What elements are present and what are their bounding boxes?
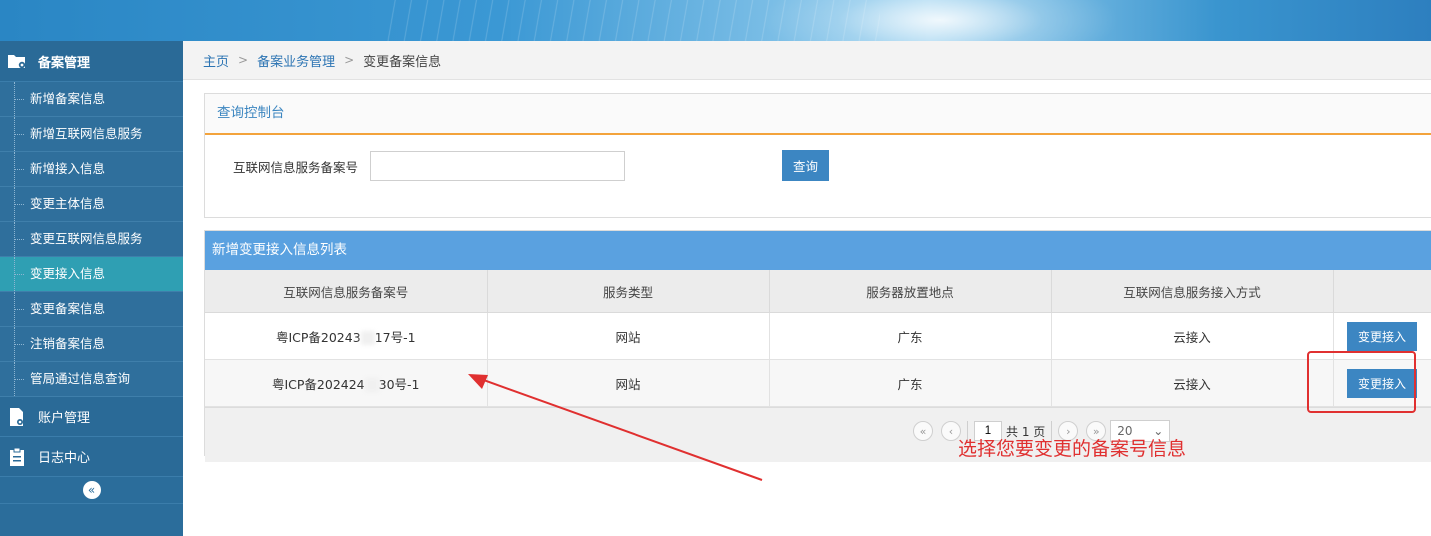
sidebar-item-add-filing[interactable]: 新增备案信息	[0, 82, 183, 117]
account-doc-gear-icon	[6, 406, 28, 428]
sidebar-item-label: 变更接入信息	[30, 266, 106, 281]
cell-server-location: 广东	[769, 312, 1052, 360]
list-panel: 新增变更接入信息列表 互联网信息服务备案号 服务类型 服务器放置地点 互联网信息…	[204, 230, 1431, 462]
cell-action: 变更接入	[1333, 312, 1431, 360]
sidebar-section-label: 备案管理	[38, 55, 91, 71]
breadcrumb: 主页 > 备案业务管理 > 变更备案信息	[183, 41, 1431, 80]
sidebar-item-change-subject[interactable]: 变更主体信息	[0, 187, 183, 222]
sidebar-item-label: 变更备案信息	[30, 301, 106, 316]
table-header-row: 互联网信息服务备案号 服务类型 服务器放置地点 互联网信息服务接入方式	[205, 270, 1431, 313]
breadcrumb-current: 变更备案信息	[363, 54, 442, 70]
sidebar-item-change-internet-service[interactable]: 变更互联网信息服务	[0, 222, 183, 257]
sidebar-collapse-row: «	[0, 477, 183, 504]
record-number-suffix: 17号-1	[374, 329, 416, 345]
pagination-bar: « ‹ 共 1 页 › » 20 ⌄	[205, 407, 1431, 462]
query-panel: 查询控制台 互联网信息服务备案号 查询	[204, 93, 1431, 218]
sidebar-item-label: 注销备案信息	[30, 336, 106, 351]
folder-gear-icon	[6, 50, 28, 72]
banner-glow	[760, 0, 1120, 41]
sidebar-group-label: 日志中心	[38, 451, 91, 466]
search-button[interactable]: 查询	[782, 150, 829, 181]
sidebar-submenu: 新增备案信息 新增互联网信息服务 新增接入信息 变更主体信息 变更互联网信息服务…	[0, 82, 183, 397]
record-number-input[interactable]	[370, 151, 626, 181]
cell-service-type: 网站	[487, 312, 770, 360]
sidebar-item-bureau-query[interactable]: 管局通过信息查询	[0, 362, 183, 397]
cell-access-method: 云接入	[1051, 359, 1334, 407]
cell-record-number: 粤ICP备202424 30号-1	[205, 359, 488, 407]
breadcrumb-section[interactable]: 备案业务管理	[257, 51, 335, 70]
sidebar-item-label: 新增接入信息	[30, 161, 106, 176]
sidebar-item-label: 变更互联网信息服务	[30, 231, 143, 246]
sidebar-item-label: 管局通过信息查询	[30, 371, 131, 386]
record-number-suffix: 30号-1	[378, 376, 420, 392]
list-panel-title: 新增变更接入信息列表	[205, 231, 1431, 270]
records-table: 互联网信息服务备案号 服务类型 服务器放置地点 互联网信息服务接入方式 粤ICP…	[205, 270, 1431, 407]
top-banner	[0, 0, 1431, 41]
record-number-prefix: 粤ICP备202424	[271, 376, 365, 392]
sidebar-group-log[interactable]: 日志中心	[0, 437, 183, 477]
record-number-prefix: 粤ICP备20243	[275, 329, 361, 345]
sidebar-group-account[interactable]: 账户管理	[0, 397, 183, 437]
sidebar-item-change-access[interactable]: 变更接入信息	[0, 257, 183, 292]
sidebar-section-filing[interactable]: 备案管理	[0, 41, 183, 82]
query-row: 互联网信息服务备案号	[233, 151, 626, 181]
change-access-button[interactable]: 变更接入	[1347, 321, 1417, 351]
sidebar: 备案管理 新增备案信息 新增互联网信息服务 新增接入信息 变更主体信息 变更互联…	[0, 41, 183, 536]
cell-access-method: 云接入	[1051, 312, 1334, 360]
breadcrumb-home[interactable]: 主页	[203, 51, 229, 70]
cell-service-type: 网站	[487, 359, 770, 407]
column-header-service-type: 服务类型	[487, 270, 770, 313]
sidebar-item-add-access[interactable]: 新增接入信息	[0, 152, 183, 187]
change-access-button[interactable]: 变更接入	[1347, 368, 1417, 398]
column-header-record-number: 互联网信息服务备案号	[205, 270, 488, 313]
annotation-text: 选择您要变更的备案号信息	[958, 438, 1187, 460]
cell-record-number: 粤ICP备20243 17号-1	[205, 312, 488, 360]
clipboard-icon	[6, 446, 28, 468]
cell-action: 变更接入	[1333, 359, 1431, 407]
table-row[interactable]: 粤ICP备202424 30号-1 网站 广东 云接入 变更接入	[205, 359, 1431, 407]
sidebar-group-label: 账户管理	[38, 411, 91, 426]
column-header-access-method: 互联网信息服务接入方式	[1051, 270, 1334, 313]
column-header-action	[1333, 270, 1431, 313]
table-row[interactable]: 粤ICP备20243 17号-1 网站 广东 云接入 变更接入	[205, 312, 1431, 360]
sidebar-item-change-filing[interactable]: 变更备案信息	[0, 292, 183, 327]
sidebar-item-label: 新增备案信息	[30, 91, 106, 106]
cell-server-location: 广东	[769, 359, 1052, 407]
main-content: 主页 > 备案业务管理 > 变更备案信息 查询控制台 互联网信息服务备案号 查询…	[183, 41, 1431, 536]
column-header-server-location: 服务器放置地点	[769, 270, 1052, 313]
record-number-label: 互联网信息服务备案号	[233, 159, 359, 175]
sidebar-item-add-internet-service[interactable]: 新增互联网信息服务	[0, 117, 183, 152]
redacted-digits	[360, 331, 375, 345]
chevron-right-icon: >	[238, 53, 249, 67]
sidebar-item-label: 新增互联网信息服务	[30, 126, 143, 141]
redacted-digits	[364, 378, 379, 392]
first-page-icon[interactable]: «	[913, 421, 933, 441]
chevron-right-icon: >	[344, 53, 355, 67]
query-panel-title: 查询控制台	[205, 94, 1431, 135]
double-chevron-left-icon[interactable]: «	[82, 481, 101, 499]
sidebar-item-label: 变更主体信息	[30, 196, 106, 211]
sidebar-item-cancel-filing[interactable]: 注销备案信息	[0, 327, 183, 362]
